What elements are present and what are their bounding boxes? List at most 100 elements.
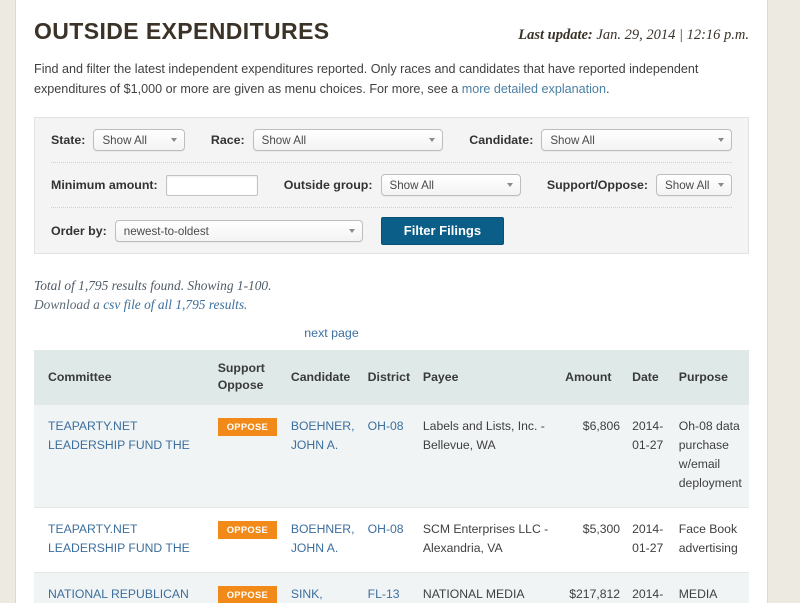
csv-download-link[interactable]: csv file of all 1,795 results (103, 297, 244, 312)
cell-support-oppose: OPPOSE (212, 405, 285, 508)
last-update-value: Jan. 29, 2014 | 12:16 p.m. (596, 27, 749, 43)
filter-row-3: Order by: newest-to-oldest Filter Filing… (51, 208, 732, 253)
intro-text-after: . (606, 82, 610, 96)
cell-payee: SCM Enterprises LLC - Alexandria, VA (417, 508, 559, 573)
outside-group-label: Outside group: (284, 178, 373, 192)
committee-link[interactable]: TEAPARTY.NET LEADERSHIP FUND THE (48, 419, 190, 452)
order-by-select[interactable]: newest-to-oldest (115, 220, 363, 242)
filter-panel: State: Show All Race: Show All Candidate… (34, 117, 749, 254)
pagination: next page (34, 324, 749, 342)
cell-date: 2014-01-27 (626, 405, 673, 508)
page-header: OUTSIDE EXPENDITURES Last update: Jan. 2… (34, 0, 749, 45)
support-oppose-select[interactable]: Show All (656, 174, 732, 196)
cell-committee: TEAPARTY.NET LEADERSHIP FUND THE (34, 405, 212, 508)
district-link[interactable]: OH-08 (368, 522, 404, 536)
cell-payee: NATIONAL MEDIA RESEARCH PLANNING PLACEME… (417, 573, 559, 603)
candidate-link[interactable]: BOEHNER, JOHN A. (291, 522, 355, 555)
race-select-value: Show All (262, 134, 306, 147)
cell-district: OH-08 (362, 405, 417, 508)
chevron-down-icon (349, 229, 355, 233)
chevron-down-icon (718, 183, 724, 187)
cell-candidate: BOEHNER, JOHN A. (285, 508, 362, 573)
results-table: Committee Support Oppose Candidate Distr… (34, 350, 749, 603)
minimum-amount-label: Minimum amount: (51, 178, 158, 192)
next-page-link[interactable]: next page (304, 326, 358, 340)
status-badge: OPPOSE (218, 521, 277, 539)
cell-purpose: Face Book advertising (673, 508, 749, 573)
results-total-line: Total of 1,795 results found. Showing 1-… (34, 276, 749, 295)
cell-purpose: MEDIA (673, 573, 749, 603)
support-oppose-select-value: Show All (665, 179, 709, 192)
table-header-row: Committee Support Oppose Candidate Distr… (34, 350, 749, 405)
filter-filings-button[interactable]: Filter Filings (381, 217, 504, 245)
intro-paragraph: Find and filter the latest independent e… (34, 59, 749, 99)
race-label: Race: (211, 133, 245, 147)
cell-payee: Labels and Lists, Inc. - Bellevue, WA (417, 405, 559, 508)
order-by-select-value: newest-to-oldest (124, 225, 209, 238)
filter-row-2: Minimum amount: Outside group: Show All … (51, 163, 732, 208)
cell-amount: $217,812 (559, 573, 626, 603)
cell-committee: TEAPARTY.NET LEADERSHIP FUND THE (34, 508, 212, 573)
cell-district: OH-08 (362, 508, 417, 573)
committee-link[interactable]: NATIONAL REPUBLICAN CONGRESSIONAL COMMIT… (48, 587, 189, 603)
column-header-support-oppose: Support Oppose (212, 350, 285, 405)
minimum-amount-input[interactable] (166, 175, 258, 196)
status-badge: OPPOSE (218, 586, 277, 603)
race-select[interactable]: Show All (253, 129, 444, 151)
cell-amount: $5,300 (559, 508, 626, 573)
cell-committee: NATIONAL REPUBLICAN CONGRESSIONAL COMMIT… (34, 573, 212, 603)
chevron-down-icon (171, 138, 177, 142)
chevron-down-icon (507, 183, 513, 187)
state-select-value: Show All (102, 134, 146, 147)
results-summary: Total of 1,795 results found. Showing 1-… (34, 276, 749, 314)
order-by-label: Order by: (51, 224, 107, 238)
detailed-explanation-link[interactable]: more detailed explanation (462, 82, 606, 96)
cell-date: 2014-01-27 (626, 573, 673, 603)
column-header-purpose: Purpose (673, 350, 749, 405)
column-header-payee: Payee (417, 350, 559, 405)
column-header-date: Date (626, 350, 673, 405)
table-row: NATIONAL REPUBLICAN CONGRESSIONAL COMMIT… (34, 573, 749, 603)
candidate-link[interactable]: BOEHNER, JOHN A. (291, 419, 355, 452)
download-text-before: Download a (34, 297, 103, 312)
table-row: TEAPARTY.NET LEADERSHIP FUND THE OPPOSE … (34, 508, 749, 573)
cell-support-oppose: OPPOSE (212, 573, 285, 603)
cell-date: 2014-01-27 (626, 508, 673, 573)
column-header-district: District (362, 350, 417, 405)
district-link[interactable]: FL-13 (368, 587, 400, 601)
state-select[interactable]: Show All (93, 129, 184, 151)
filter-row-1: State: Show All Race: Show All Candidate… (51, 118, 732, 163)
column-header-support: Support (218, 360, 279, 377)
state-label: State: (51, 133, 85, 147)
results-table-head: Committee Support Oppose Candidate Distr… (34, 350, 749, 405)
last-update: Last update: Jan. 29, 2014 | 12:16 p.m. (518, 27, 749, 44)
district-link[interactable]: OH-08 (368, 419, 404, 433)
cell-candidate: SINK, ALEX (285, 573, 362, 603)
candidate-label: Candidate: (469, 133, 533, 147)
cell-candidate: BOEHNER, JOHN A. (285, 405, 362, 508)
chevron-down-icon (718, 138, 724, 142)
page-content: OUTSIDE EXPENDITURES Last update: Jan. 2… (15, 0, 768, 603)
support-oppose-label: Support/Oppose: (547, 178, 648, 192)
candidate-link[interactable]: SINK, ALEX (291, 587, 323, 603)
candidate-select-value: Show All (550, 134, 594, 147)
table-row: TEAPARTY.NET LEADERSHIP FUND THE OPPOSE … (34, 405, 749, 508)
committee-link[interactable]: TEAPARTY.NET LEADERSHIP FUND THE (48, 522, 190, 555)
last-update-label: Last update: (518, 27, 593, 43)
column-header-committee: Committee (34, 350, 212, 405)
column-header-oppose: Oppose (218, 377, 279, 394)
download-text-after: . (244, 297, 247, 312)
cell-purpose: Oh-08 data purchase w/email deployment (673, 405, 749, 508)
page-title: OUTSIDE EXPENDITURES (34, 18, 330, 45)
candidate-select[interactable]: Show All (541, 129, 732, 151)
results-table-body: TEAPARTY.NET LEADERSHIP FUND THE OPPOSE … (34, 405, 749, 603)
column-header-amount: Amount (559, 350, 626, 405)
cell-support-oppose: OPPOSE (212, 508, 285, 573)
results-download-line: Download a csv file of all 1,795 results… (34, 295, 749, 314)
cell-amount: $6,806 (559, 405, 626, 508)
chevron-down-icon (429, 138, 435, 142)
outside-group-select[interactable]: Show All (381, 174, 521, 196)
outside-group-select-value: Show All (390, 179, 434, 192)
status-badge: OPPOSE (218, 418, 277, 436)
column-header-candidate: Candidate (285, 350, 362, 405)
